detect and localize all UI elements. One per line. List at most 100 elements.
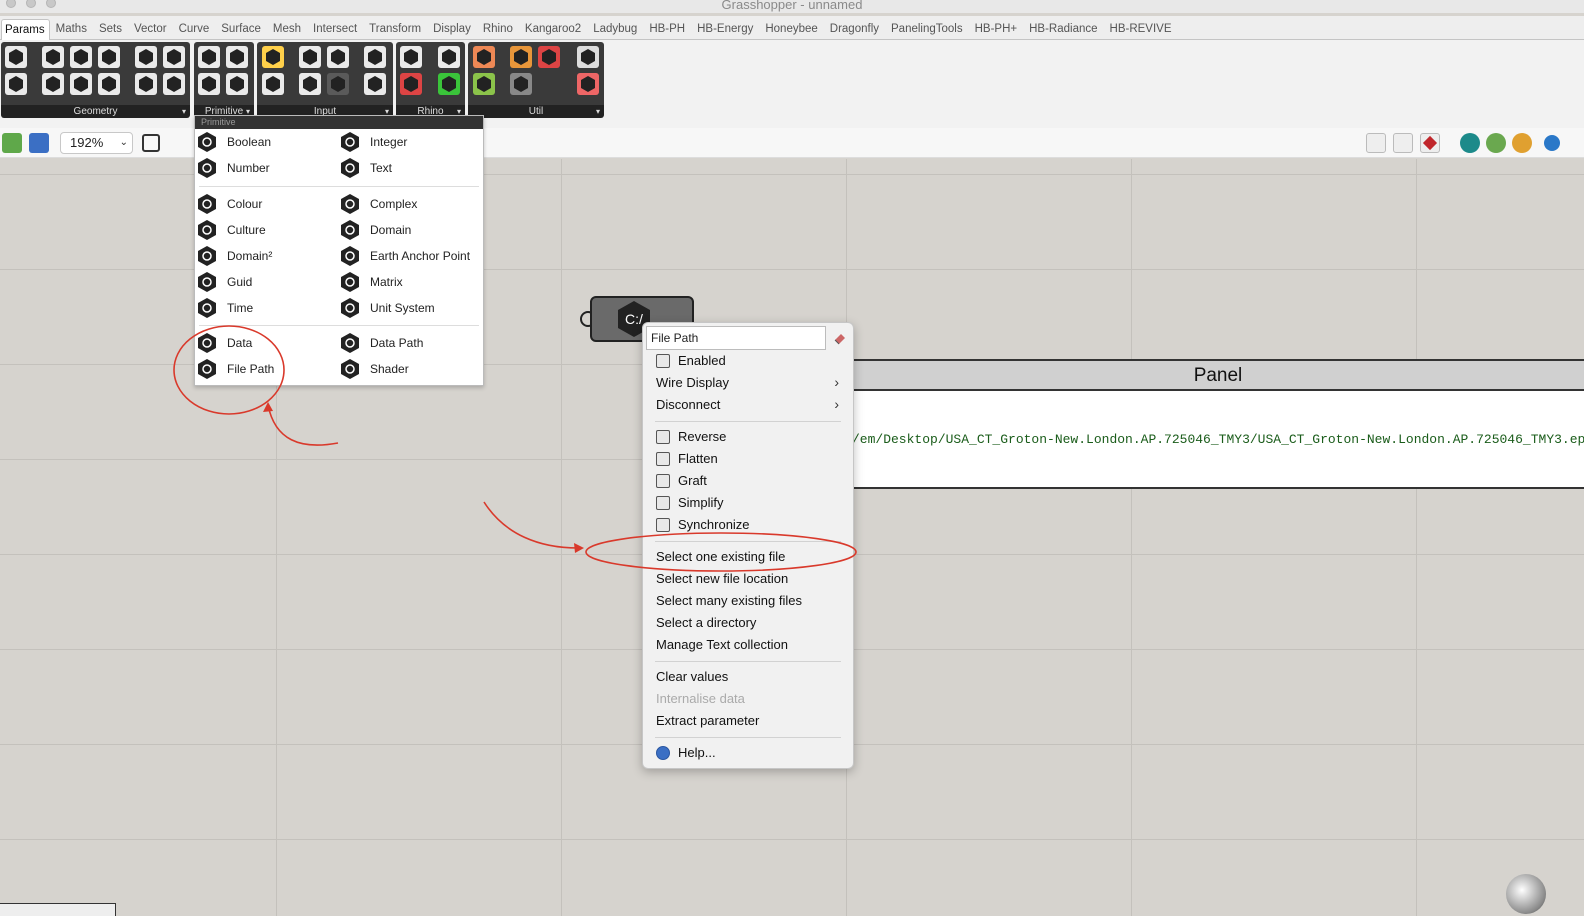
sketch-icon[interactable] — [1544, 135, 1560, 151]
tab-rhino[interactable]: Rhino — [477, 23, 519, 39]
tab-hb-energy[interactable]: HB-Energy — [691, 23, 759, 39]
primitive-item-earth-anchor-point[interactable]: Earth Anchor Point — [339, 245, 470, 267]
primitive-item-colour[interactable]: Colour — [196, 193, 262, 215]
preview-wire-icon[interactable] — [1393, 133, 1413, 153]
tab-curve[interactable]: Curve — [173, 23, 216, 39]
ribbon-component-icon[interactable] — [98, 46, 120, 68]
tab-mesh[interactable]: Mesh — [267, 23, 307, 39]
primitive-item-number[interactable]: Number — [196, 157, 270, 179]
ribbon-component-icon[interactable] — [226, 46, 248, 68]
tab-hb-ph-[interactable]: HB-PH+ — [969, 23, 1024, 39]
ribbon-component-icon[interactable] — [577, 46, 599, 68]
menu-extract-parameter[interactable]: Extract parameter — [656, 713, 759, 728]
ribbon-component-icon[interactable] — [70, 46, 92, 68]
menu-reverse[interactable]: Reverse — [656, 429, 726, 444]
menu-synchronize[interactable]: Synchronize — [656, 517, 750, 532]
tab-hb-revive[interactable]: HB-REVIVE — [1104, 23, 1178, 39]
menu-graft[interactable]: Graft — [656, 473, 707, 488]
ribbon-component-icon[interactable] — [577, 73, 599, 95]
zoom-extents-icon[interactable] — [142, 134, 160, 152]
tab-panelingtools[interactable]: PanelingTools — [885, 23, 969, 39]
tab-params[interactable]: Params — [1, 19, 50, 40]
param-name-field[interactable]: File Path — [646, 326, 826, 350]
display-selected-icon[interactable] — [1486, 133, 1506, 153]
zoom-select[interactable]: 192% ⌄ — [60, 132, 133, 154]
primitive-item-domain[interactable]: Domain — [339, 219, 411, 241]
ribbon-component-icon[interactable] — [70, 73, 92, 95]
tab-hb-radiance[interactable]: HB-Radiance — [1023, 23, 1103, 39]
ribbon-component-icon[interactable] — [299, 73, 321, 95]
menu-select-one-existing-file[interactable]: Select one existing file — [656, 549, 785, 564]
ribbon-component-icon[interactable] — [327, 73, 349, 95]
primitive-item-culture[interactable]: Culture — [196, 219, 266, 241]
tab-sets[interactable]: Sets — [93, 23, 128, 39]
tab-vector[interactable]: Vector — [128, 23, 173, 39]
ribbon-component-icon[interactable] — [510, 73, 532, 95]
ribbon-component-icon[interactable] — [400, 46, 422, 68]
primitive-item-unit-system[interactable]: Unit System — [339, 297, 435, 319]
ribbon-component-icon[interactable] — [198, 73, 220, 95]
tab-honeybee[interactable]: Honeybee — [759, 23, 823, 39]
menu-disconnect[interactable]: Disconnect — [656, 397, 720, 412]
ribbon-component-icon[interactable] — [364, 73, 386, 95]
ribbon-component-icon[interactable] — [327, 46, 349, 68]
ribbon-component-icon[interactable] — [135, 46, 157, 68]
menu-select-new-file-location[interactable]: Select new file location — [656, 571, 788, 586]
menu-simplify[interactable]: Simplify — [656, 495, 724, 510]
tab-surface[interactable]: Surface — [215, 23, 267, 39]
ribbon-component-icon[interactable] — [5, 46, 27, 68]
primitive-item-shader[interactable]: Shader — [339, 358, 409, 380]
ribbon-component-icon[interactable] — [262, 73, 284, 95]
ribbon-component-icon[interactable] — [473, 46, 495, 68]
primitive-item-data[interactable]: Data — [196, 332, 252, 354]
ribbon-component-icon[interactable] — [510, 46, 532, 68]
ribbon-component-icon[interactable] — [438, 73, 460, 95]
tab-dragonfly[interactable]: Dragonfly — [824, 23, 885, 39]
ribbon-component-icon[interactable] — [135, 73, 157, 95]
ribbon-component-icon[interactable] — [364, 46, 386, 68]
eraser-icon[interactable] — [833, 331, 847, 345]
tab-kangaroo2[interactable]: Kangaroo2 — [519, 23, 587, 39]
ribbon-component-icon[interactable] — [198, 46, 220, 68]
tab-hb-ph[interactable]: HB-PH — [643, 23, 691, 39]
ribbon-component-icon[interactable] — [538, 46, 560, 68]
primitive-item-complex[interactable]: Complex — [339, 193, 417, 215]
primitive-item-boolean[interactable]: Boolean — [196, 131, 271, 153]
menu-clear-values[interactable]: Clear values — [656, 669, 728, 684]
ribbon-component-icon[interactable] — [42, 46, 64, 68]
menu-select-directory[interactable]: Select a directory — [656, 615, 756, 630]
ribbon-component-icon[interactable] — [226, 73, 248, 95]
display-mode-icon[interactable] — [1460, 133, 1480, 153]
primitive-item-integer[interactable]: Integer — [339, 131, 407, 153]
primitive-item-data-path[interactable]: Data Path — [339, 332, 423, 354]
display-quality-icon[interactable] — [1512, 133, 1532, 153]
tab-maths[interactable]: Maths — [50, 23, 93, 39]
primitive-item-file-path[interactable]: File Path — [196, 358, 274, 380]
menu-enabled[interactable]: Enabled — [656, 353, 726, 368]
menu-wire-display[interactable]: Wire Display — [656, 375, 729, 390]
primitive-item-text[interactable]: Text — [339, 157, 392, 179]
primitive-item-guid[interactable]: Guid — [196, 271, 252, 293]
ribbon-component-icon[interactable] — [5, 73, 27, 95]
ribbon-component-icon[interactable] — [438, 46, 460, 68]
ribbon-component-icon[interactable] — [400, 73, 422, 95]
ribbon-component-icon[interactable] — [42, 73, 64, 95]
menu-manage-text-collection[interactable]: Manage Text collection — [656, 637, 788, 652]
menu-help[interactable]: Help... — [656, 745, 716, 760]
preview-off-icon[interactable] — [1366, 133, 1386, 153]
ribbon-component-icon[interactable] — [163, 73, 185, 95]
menu-select-many-existing-files[interactable]: Select many existing files — [656, 593, 802, 608]
tab-intersect[interactable]: Intersect — [307, 23, 363, 39]
save-file-icon[interactable] — [29, 133, 49, 153]
ribbon-component-icon[interactable] — [262, 46, 284, 68]
preview-shaded-icon[interactable] — [1420, 133, 1440, 153]
ribbon-component-icon[interactable] — [163, 46, 185, 68]
ribbon-component-icon[interactable] — [299, 46, 321, 68]
tab-ladybug[interactable]: Ladybug — [587, 23, 643, 39]
ribbon-component-icon[interactable] — [98, 73, 120, 95]
canvas-navigator-icon[interactable] — [1506, 874, 1546, 914]
panel-component[interactable]: Panel /em/Desktop/USA_CT_Groton-New.Lond… — [852, 359, 1584, 489]
open-file-icon[interactable] — [2, 133, 22, 153]
ribbon-component-icon[interactable] — [473, 73, 495, 95]
primitive-item-domain-[interactable]: Domain² — [196, 245, 272, 267]
